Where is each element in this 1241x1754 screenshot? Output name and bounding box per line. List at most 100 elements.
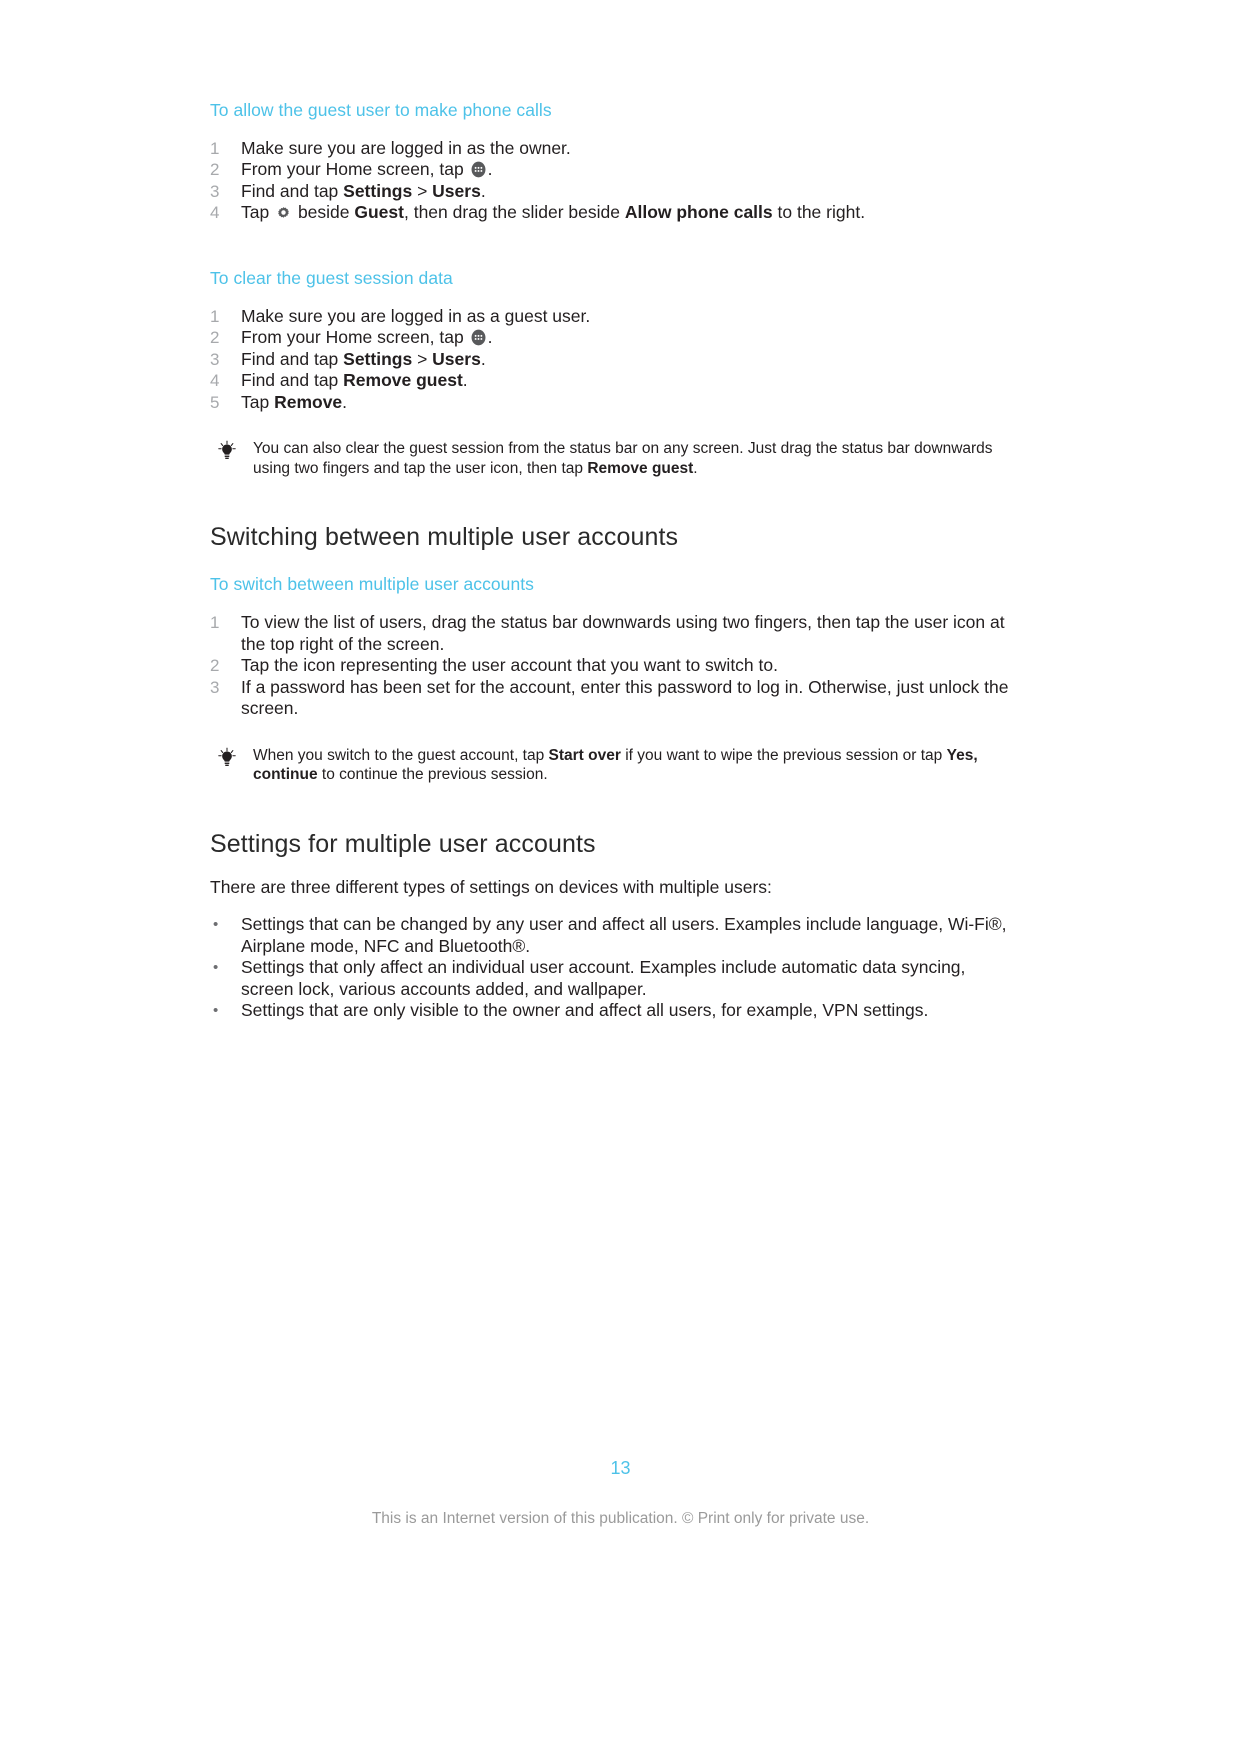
step-item: 4 Tap beside Guest, then drag the slider… bbox=[210, 202, 1010, 224]
list-item-text: Settings that only affect an individual … bbox=[241, 957, 966, 999]
step-text-mid: beside bbox=[293, 202, 355, 223]
footer-copyright-note: This is an Internet version of this publ… bbox=[371, 1510, 870, 1527]
ui-term: Users bbox=[432, 180, 481, 201]
step-text-tail: . bbox=[480, 180, 486, 201]
ui-term: Settings bbox=[343, 180, 413, 201]
step-text: Make sure you are logged in as a guest u… bbox=[241, 305, 591, 326]
bullet-icon: • bbox=[213, 959, 219, 977]
ui-term: Start over bbox=[548, 746, 621, 764]
steps-list-allow-phone-calls: 1 Make sure you are logged in as the own… bbox=[210, 138, 1010, 224]
tip-text-post: to continue the previous session. bbox=[317, 766, 548, 784]
step-item: 1 To view the list of users, drag the st… bbox=[210, 612, 1010, 655]
section-heading-switching: Switching between multiple user accounts bbox=[210, 523, 679, 552]
step-text-tail: . bbox=[487, 327, 493, 348]
step-number: 3 bbox=[210, 677, 220, 697]
step-item: 5 Tap Remove. bbox=[210, 392, 1010, 414]
steps-list-clear-guest-session: 1 Make sure you are logged in as a guest… bbox=[210, 306, 1010, 414]
page-content: To allow the guest user to make phone ca… bbox=[210, 100, 1010, 1022]
step-number: 3 bbox=[210, 181, 220, 201]
step-text: From your Home screen, tap bbox=[241, 159, 469, 180]
tip-box-clear-guest-session: You can also clear the guest session fro… bbox=[210, 439, 1010, 478]
step-text: Tap the icon representing the user accou… bbox=[241, 655, 778, 676]
bullet-icon: • bbox=[213, 1002, 219, 1020]
step-number: 4 bbox=[210, 203, 220, 223]
gear-icon bbox=[275, 204, 292, 221]
step-item: 3 Find and tap Settings > Users. bbox=[210, 181, 1010, 203]
step-text-tail: . bbox=[462, 370, 468, 391]
list-item: • Settings that only affect an individua… bbox=[210, 957, 1010, 1000]
step-text-tail: . bbox=[342, 391, 348, 412]
step-text: Make sure you are logged in as the owner… bbox=[241, 137, 571, 158]
step-text: Find and tap bbox=[241, 180, 344, 201]
list-item: • Settings that can be changed by any us… bbox=[210, 914, 1010, 957]
section-heading-settings: Settings for multiple user accounts bbox=[210, 829, 596, 858]
step-number: 1 bbox=[210, 306, 220, 326]
tip-text: You can also clear the guest session fro… bbox=[253, 439, 1010, 478]
ui-term: Users bbox=[432, 348, 481, 369]
settings-types-list: • Settings that can be changed by any us… bbox=[210, 914, 1010, 1022]
step-number: 1 bbox=[210, 138, 220, 158]
step-number: 2 bbox=[210, 656, 220, 676]
step-item: 2 From your Home screen, tap . bbox=[210, 327, 1010, 349]
app-drawer-icon bbox=[470, 329, 487, 346]
step-number: 2 bbox=[210, 160, 220, 180]
tip-box-switch-accounts: When you switch to the guest account, ta… bbox=[210, 746, 1010, 785]
ui-term: Remove guest bbox=[587, 459, 694, 477]
step-text-mid2: , then drag the slider beside bbox=[403, 202, 625, 223]
step-text: Tap bbox=[241, 202, 275, 223]
app-drawer-icon bbox=[470, 161, 487, 178]
ui-term: Guest bbox=[354, 202, 404, 223]
tip-text: When you switch to the guest account, ta… bbox=[253, 746, 1010, 785]
tip-text-post: . bbox=[693, 459, 698, 477]
tip-text-pre: When you switch to the guest account, ta… bbox=[253, 746, 549, 764]
procedure-heading-allow-phone-calls: To allow the guest user to make phone ca… bbox=[210, 100, 552, 120]
list-item-text: Settings that are only visible to the ow… bbox=[241, 1000, 929, 1021]
steps-list-switch-accounts: 1 To view the list of users, drag the st… bbox=[210, 612, 1010, 720]
ui-term: Remove guest bbox=[343, 370, 463, 391]
step-number: 4 bbox=[210, 371, 220, 391]
list-item-text: Settings that can be changed by any user… bbox=[241, 914, 1007, 956]
procedure-heading-switch-accounts: To switch between multiple user accounts bbox=[210, 574, 534, 595]
step-item: 1 Make sure you are logged in as the own… bbox=[210, 138, 1010, 160]
step-number: 1 bbox=[210, 613, 220, 633]
step-text-tail: to the right. bbox=[772, 202, 866, 223]
procedure-heading-clear-guest-session: To clear the guest session data bbox=[210, 267, 453, 288]
ui-term: Allow phone calls bbox=[624, 202, 773, 223]
step-text: Tap bbox=[241, 391, 275, 412]
settings-intro-text: There are three different types of setti… bbox=[210, 876, 772, 897]
step-number: 5 bbox=[210, 392, 220, 412]
ui-term: Remove bbox=[274, 391, 343, 412]
page-number: 13 bbox=[610, 1458, 631, 1478]
step-text: If a password has been set for the accou… bbox=[241, 676, 1009, 719]
step-number: 3 bbox=[210, 349, 220, 369]
step-item: 3 If a password has been set for the acc… bbox=[210, 677, 1010, 720]
step-text-tail: . bbox=[487, 159, 493, 180]
step-separator: > bbox=[412, 180, 433, 201]
step-text: Find and tap bbox=[241, 370, 344, 391]
bullet-icon: • bbox=[213, 916, 219, 934]
lightbulb-icon bbox=[216, 747, 238, 769]
tip-text-mid: if you want to wipe the previous session… bbox=[620, 746, 947, 764]
step-text: From your Home screen, tap bbox=[241, 327, 469, 348]
list-item: • Settings that are only visible to the … bbox=[210, 1000, 1010, 1022]
step-item: 2 Tap the icon representing the user acc… bbox=[210, 655, 1010, 677]
ui-term: Settings bbox=[343, 348, 413, 369]
document-page: To allow the guest user to make phone ca… bbox=[0, 0, 1241, 1754]
step-item: 3 Find and tap Settings > Users. bbox=[210, 349, 1010, 371]
step-item: 2 From your Home screen, tap . bbox=[210, 159, 1010, 181]
step-text: To view the list of users, drag the stat… bbox=[241, 612, 1005, 654]
step-item: 4 Find and tap Remove guest. bbox=[210, 370, 1010, 392]
lightbulb-icon bbox=[216, 440, 238, 462]
step-text-tail: . bbox=[480, 348, 486, 369]
